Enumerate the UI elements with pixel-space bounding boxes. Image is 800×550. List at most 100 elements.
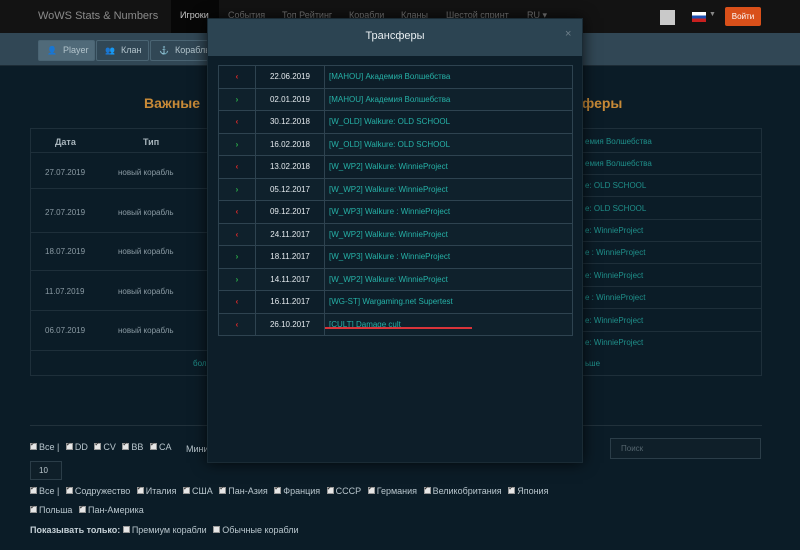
arrow-left-icon: ‹ <box>218 65 256 89</box>
clan-link[interactable]: [W_OLD] Walkure: OLD SCHOOL <box>324 132 573 156</box>
filter-pan-asia[interactable]: Пан-Азия <box>219 484 268 496</box>
transfer-clan[interactable]: e: OLD SCHOOL <box>585 181 646 190</box>
arrow-right-icon: › <box>218 132 256 156</box>
checkbox[interactable] <box>65 440 73 450</box>
event-type: новый корабль <box>118 287 174 296</box>
clan-link[interactable]: [W_WP2] Walkure: WinnieProject <box>324 267 573 291</box>
checkbox[interactable] <box>326 484 334 494</box>
filter-commonwealth[interactable]: Содружество <box>65 484 130 496</box>
transfer-date: 26.10.2017 <box>255 312 325 336</box>
clan-link[interactable]: [WG-ST] Wargaming.net Supertest <box>324 290 573 314</box>
table-row: › 16.02.2018 [W_OLD] Walkure: OLD SCHOOL <box>218 132 573 156</box>
filter-france[interactable]: Франция <box>274 484 320 496</box>
filter-poland[interactable]: Польша <box>30 503 72 515</box>
checkbox[interactable] <box>136 484 144 494</box>
transfer-clan[interactable]: e : WinnieProject <box>585 293 645 302</box>
checkbox[interactable] <box>213 526 221 533</box>
transfer-date: 05.12.2017 <box>255 177 325 201</box>
row-divider <box>582 152 761 153</box>
checkbox[interactable] <box>78 503 86 513</box>
transfer-clan[interactable]: емия Волшебства <box>585 159 652 168</box>
transfer-clan[interactable]: e: WinnieProject <box>585 271 643 280</box>
clan-link[interactable]: [W_WP2] Walkure: WinnieProject <box>324 222 573 246</box>
subtab-clan[interactable]: 👥 Клан <box>96 40 149 61</box>
close-icon[interactable]: × <box>565 28 571 40</box>
event-date: 11.07.2019 <box>45 287 85 296</box>
subtab-label: Player <box>62 45 89 55</box>
table-row: ‹ 22.06.2019 [MAHOU] Академия Волшебства <box>218 65 573 89</box>
login-button[interactable]: Войти <box>725 7 761 26</box>
brand-logo-text[interactable]: WoWS Stats & Numbers <box>38 10 158 22</box>
checkbox[interactable] <box>94 440 102 450</box>
checkbox[interactable] <box>30 440 37 450</box>
filter-uk[interactable]: Великобритания <box>423 484 502 496</box>
filter-usa[interactable]: США <box>182 484 213 496</box>
transfer-clan[interactable]: емия Волшебства <box>585 137 652 146</box>
table-row: ‹ 16.11.2017 [WG-ST] Wargaming.net Superte… <box>218 290 573 314</box>
clan-link[interactable]: [W_WP2] Walkure: WinnieProject <box>324 155 573 179</box>
checkbox[interactable] <box>274 484 282 494</box>
clan-link[interactable]: [MAHOU] Академия Волшебства <box>324 65 573 89</box>
row-divider <box>582 219 761 220</box>
filter-cv[interactable]: CV <box>94 440 116 452</box>
filter-regular[interactable]: Обычные корабли <box>213 525 299 535</box>
checkbox[interactable] <box>149 440 157 450</box>
event-date: 27.07.2019 <box>45 168 86 177</box>
filter-dd[interactable]: DD <box>65 440 88 452</box>
chevron-down-icon[interactable]: ▼ <box>709 11 716 18</box>
clan-link[interactable]: [MAHOU] Академия Волшебства <box>324 87 573 111</box>
filter-japan[interactable]: Япония <box>508 484 548 496</box>
clan-link[interactable]: [W_WP3] Walkure : WinnieProject <box>324 200 573 224</box>
filter-ussr[interactable]: СССР <box>326 484 361 496</box>
filter-all-nations[interactable]: Все | <box>30 484 59 496</box>
filter-all-types[interactable]: Все | <box>30 440 59 452</box>
subtab-ship[interactable]: ⚓ Корабль <box>150 40 210 61</box>
min-battles-input[interactable]: 10 <box>30 461 62 480</box>
table-row: › 02.01.2019 [MAHOU] Академия Волшебства <box>218 87 573 111</box>
section-title-transfers: феры <box>582 95 623 111</box>
russia-flag-icon[interactable] <box>692 12 706 22</box>
clan-link[interactable]: [CULT] Damage cult <box>324 312 573 336</box>
checkbox[interactable] <box>65 484 73 494</box>
event-date: 27.07.2019 <box>45 208 86 217</box>
table-row: › 14.11.2017 [W_WP2] Walkure: WinnieProjec… <box>218 267 573 291</box>
checkbox[interactable] <box>182 484 190 494</box>
filter-germany[interactable]: Германия <box>367 484 417 496</box>
gray-square-icon[interactable] <box>660 10 675 25</box>
filter-premium[interactable]: Премиум корабли <box>122 525 207 535</box>
section-title-important: Важные <box>144 95 201 111</box>
clan-link[interactable]: [W_WP3] Walkure : WinnieProject <box>324 245 573 269</box>
filter-bb[interactable]: BB <box>122 440 143 452</box>
checkbox[interactable] <box>122 440 130 450</box>
more-link[interactable]: бол <box>193 359 207 368</box>
checkbox[interactable] <box>122 526 130 533</box>
row-divider <box>582 241 761 242</box>
transfer-clan[interactable]: e: WinnieProject <box>585 226 643 235</box>
filter-italy[interactable]: Италия <box>136 484 176 496</box>
subtab-player[interactable]: 👤 Player <box>38 40 95 61</box>
checkbox[interactable] <box>367 484 375 494</box>
checkbox[interactable] <box>219 484 227 494</box>
checkbox[interactable] <box>508 484 516 494</box>
row-divider <box>582 331 761 332</box>
checkbox[interactable] <box>423 484 431 494</box>
checkbox[interactable] <box>30 484 37 494</box>
transfer-clan[interactable]: e: WinnieProject <box>585 316 643 325</box>
checkbox[interactable] <box>30 503 37 513</box>
event-type: новый корабль <box>118 326 174 335</box>
transfers-modal: Трансферы × ‹ 22.06.2019 [MAHOU] Академия … <box>207 18 583 463</box>
more-link[interactable]: ьше <box>585 359 600 368</box>
arrow-right-icon: › <box>218 267 256 291</box>
transfer-clan[interactable]: e : WinnieProject <box>585 248 645 257</box>
transfer-clan[interactable]: e: OLD SCHOOL <box>585 204 646 213</box>
transfers-table: ‹ 22.06.2019 [MAHOU] Академия Волшебства ›… <box>218 65 573 336</box>
filter-pan-america[interactable]: Пан-Америка <box>78 503 144 515</box>
clan-link[interactable]: [W_WP2] Walkure: WinnieProject <box>324 177 573 201</box>
table-row: ‹ 26.10.2017 [CULT] Damage cult <box>218 312 573 336</box>
event-date: 06.07.2019 <box>45 326 86 335</box>
table-row: › 05.12.2017 [W_WP2] Walkure: WinnieProjec… <box>218 177 573 201</box>
filter-ca[interactable]: CA <box>149 440 171 452</box>
transfer-clan[interactable]: e: WinnieProject <box>585 338 643 347</box>
search-input[interactable]: Поиск <box>610 438 761 459</box>
clan-link[interactable]: [W_OLD] Walkure: OLD SCHOOL <box>324 110 573 134</box>
